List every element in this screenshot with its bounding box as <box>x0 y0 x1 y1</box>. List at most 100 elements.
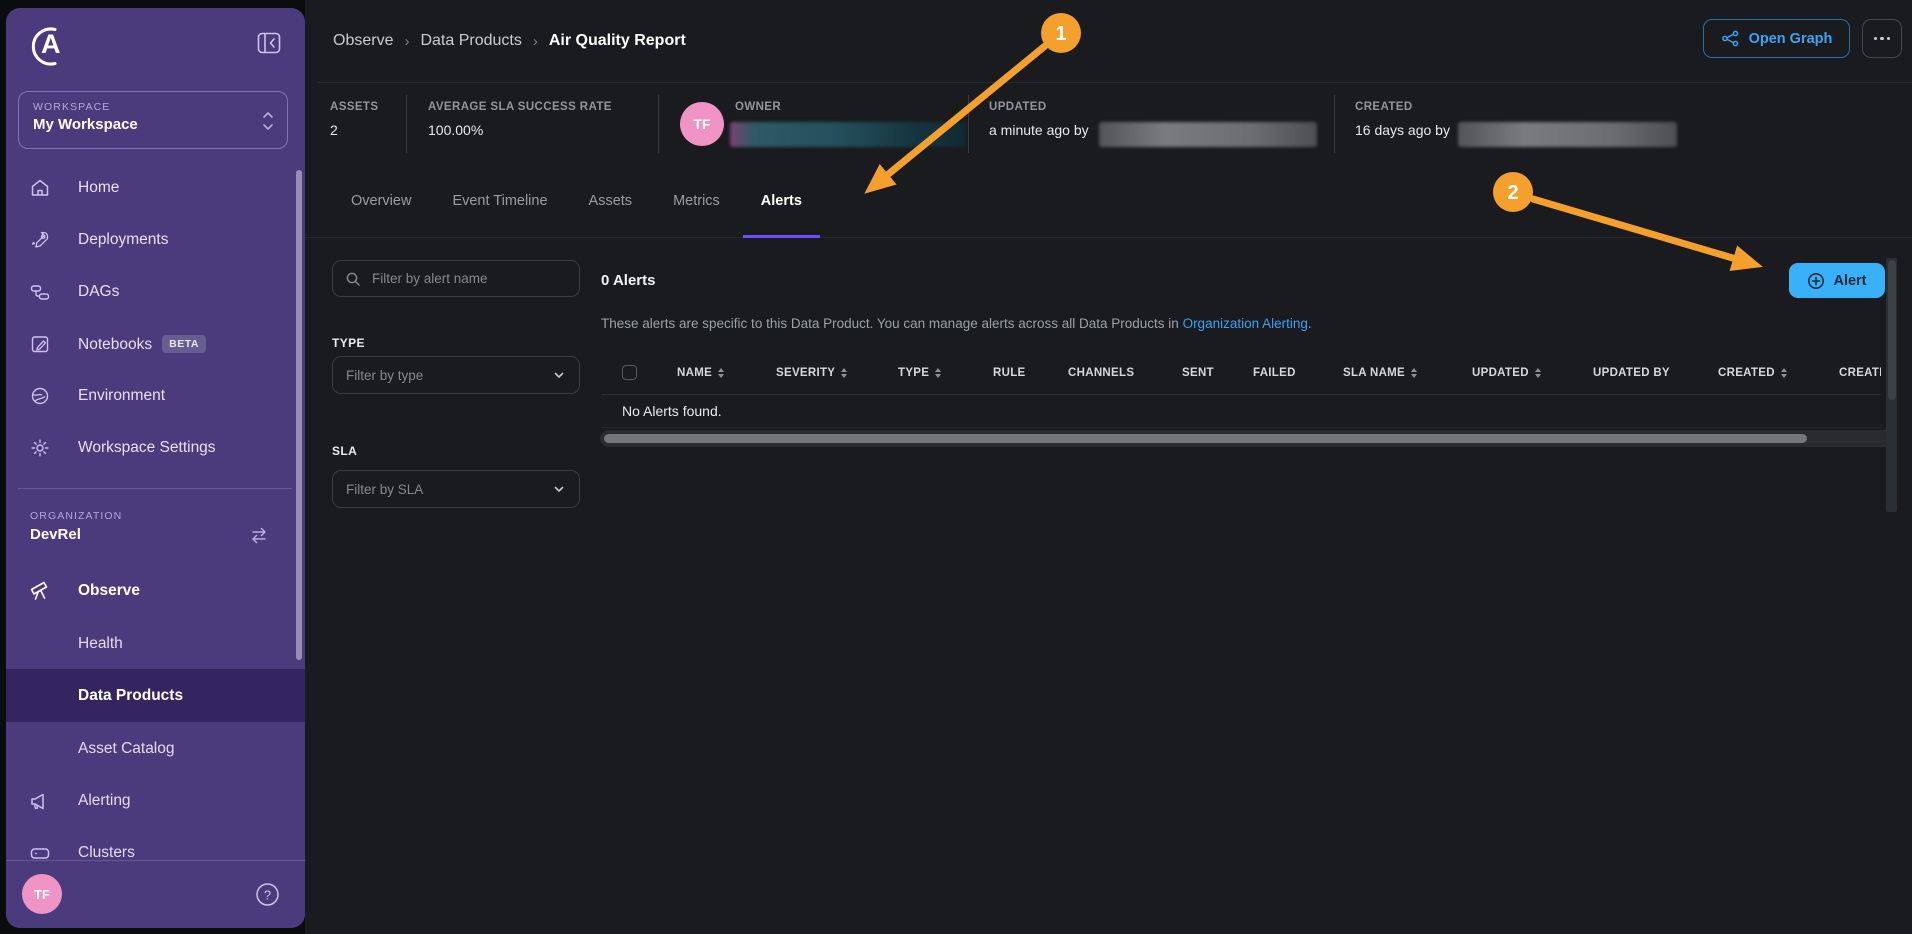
home-icon <box>28 176 52 200</box>
help-icon[interactable]: ? <box>255 882 280 907</box>
tab-alerts[interactable]: Alerts <box>743 167 820 238</box>
tab-overview[interactable]: Overview <box>333 167 429 238</box>
alerts-description-text: These alerts are specific to this Data P… <box>601 316 1183 331</box>
column-header-channels: CHANNELS <box>1068 352 1134 394</box>
sla-filter-label: SLA <box>332 444 357 458</box>
column-header-sla-name[interactable]: SLA NAME <box>1343 352 1417 394</box>
chevron-down-icon <box>552 482 566 496</box>
column-header-created-by: CREATED BY <box>1839 352 1881 394</box>
sort-icon <box>718 368 724 378</box>
sort-icon <box>1411 368 1417 378</box>
add-alert-button[interactable]: Alert <box>1789 263 1885 298</box>
column-header-sent: SENT <box>1182 352 1214 394</box>
sidebar-item-data-products[interactable]: Data Products <box>6 669 305 722</box>
sidebar-item-workspace-settings[interactable]: Workspace Settings <box>6 422 305 474</box>
tab-assets[interactable]: Assets <box>571 167 651 238</box>
sidebar-item-alerting[interactable]: Alerting <box>6 774 305 827</box>
tab-event-timeline[interactable]: Event Timeline <box>434 167 565 238</box>
column-header-created[interactable]: CREATED <box>1718 352 1787 394</box>
rocket-icon <box>28 228 52 252</box>
sidebar-item-health[interactable]: Health <box>6 617 305 670</box>
sidebar-divider <box>18 488 292 489</box>
astro-logo: A <box>22 20 70 68</box>
breadcrumb-data-products[interactable]: Data Products <box>420 32 521 50</box>
tab-metrics[interactable]: Metrics <box>655 167 738 238</box>
user-avatar[interactable]: TF <box>22 874 62 914</box>
created-label: CREATED <box>1355 101 1413 113</box>
column-header-failed: FAILED <box>1253 352 1296 394</box>
breadcrumb-separator-icon: › <box>404 33 409 50</box>
breadcrumb-observe[interactable]: Observe <box>333 32 393 50</box>
column-header-updated[interactable]: UPDATED <box>1472 352 1541 394</box>
column-header-type[interactable]: TYPE <box>898 352 941 394</box>
page-title: Air Quality Report <box>549 32 686 50</box>
gear-icon <box>28 436 52 460</box>
sidebar-item-home[interactable]: Home <box>6 162 305 214</box>
sidebar-scrollbar[interactable] <box>296 170 302 660</box>
vertical-scrollbar-thumb[interactable] <box>1888 260 1896 400</box>
vertical-scrollbar[interactable] <box>1886 258 1897 512</box>
select-all-checkbox[interactable] <box>622 365 637 380</box>
more-options-button[interactable] <box>1862 19 1902 58</box>
sidebar-item-environment[interactable]: Environment <box>6 370 305 422</box>
sla-rate-value: 100.00% <box>428 122 483 138</box>
updated-label: UPDATED <box>989 101 1047 113</box>
type-filter-select[interactable]: Filter by type <box>332 356 580 394</box>
search-input[interactable] <box>370 270 567 287</box>
organization-alerting-link[interactable]: Organization Alerting <box>1183 316 1308 331</box>
stats-divider <box>406 95 407 153</box>
created-value: 16 days ago by <box>1355 122 1450 138</box>
workspace-selector[interactable]: WORKSPACE My Workspace <box>18 91 288 149</box>
sidebar: A WORKSPACE My Workspace Home Deployment… <box>6 8 305 928</box>
sort-icon <box>1535 368 1541 378</box>
sort-icon <box>841 368 847 378</box>
empty-state-row: No Alerts found. <box>601 394 1881 428</box>
assets-label: ASSETS <box>330 101 378 113</box>
add-alert-label: Alert <box>1833 273 1866 289</box>
globe-icon <box>28 384 52 408</box>
owner-avatar: TF <box>680 102 724 146</box>
sort-icon <box>1781 368 1787 378</box>
sidebar-item-label: Workspace Settings <box>78 439 216 457</box>
chevron-down-icon <box>552 368 566 382</box>
column-header-rule: RULE <box>993 352 1026 394</box>
column-header-updated-by: UPDATED BY <box>1593 352 1670 394</box>
sidebar-footer: TF ? <box>6 860 305 928</box>
sidebar-collapse-icon[interactable] <box>256 30 282 56</box>
megaphone-icon <box>28 789 52 813</box>
updated-by-redacted <box>1099 122 1317 147</box>
search-icon <box>345 271 361 287</box>
workspace-caret-icon <box>261 109 275 133</box>
sidebar-item-label: Health <box>78 635 123 653</box>
workspace-name: My Workspace <box>33 116 273 133</box>
type-filter-placeholder: Filter by type <box>346 368 423 383</box>
sidebar-item-asset-catalog[interactable]: Asset Catalog <box>6 722 305 775</box>
sidebar-item-label: Observe <box>78 582 140 600</box>
alert-search[interactable] <box>332 260 580 297</box>
open-graph-label: Open Graph <box>1749 31 1833 47</box>
dag-icon <box>28 280 52 304</box>
workspace-label: WORKSPACE <box>33 101 273 113</box>
column-header-severity[interactable]: SEVERITY <box>776 352 847 394</box>
graph-icon <box>1721 30 1740 47</box>
sla-filter-select[interactable]: Filter by SLA <box>332 470 580 508</box>
sidebar-item-notebooks[interactable]: NotebooksBETA <box>6 318 305 370</box>
alerts-description: These alerts are specific to this Data P… <box>601 316 1312 331</box>
horizontal-scrollbar-thumb[interactable] <box>604 434 1807 443</box>
main-content: Observe › Data Products › Air Quality Re… <box>305 0 1912 934</box>
type-filter-label: TYPE <box>332 336 365 350</box>
sort-icon <box>935 368 941 378</box>
sidebar-item-dags[interactable]: DAGs <box>6 266 305 318</box>
sidebar-item-label: Alerting <box>78 792 131 810</box>
sidebar-item-observe[interactable]: Observe <box>6 564 305 617</box>
open-graph-button[interactable]: Open Graph <box>1703 19 1850 58</box>
organization-name: DevRel <box>30 526 81 543</box>
sidebar-item-deployments[interactable]: Deployments <box>6 214 305 266</box>
stats-divider <box>1334 95 1335 153</box>
horizontal-scrollbar[interactable] <box>600 430 1897 447</box>
sidebar-item-label: Clusters <box>78 844 135 862</box>
switch-organization-icon[interactable] <box>248 524 270 546</box>
sidebar-item-label: Asset Catalog <box>78 740 175 758</box>
sidebar-item-label: Home <box>78 179 119 197</box>
column-header-name[interactable]: NAME <box>677 352 724 394</box>
